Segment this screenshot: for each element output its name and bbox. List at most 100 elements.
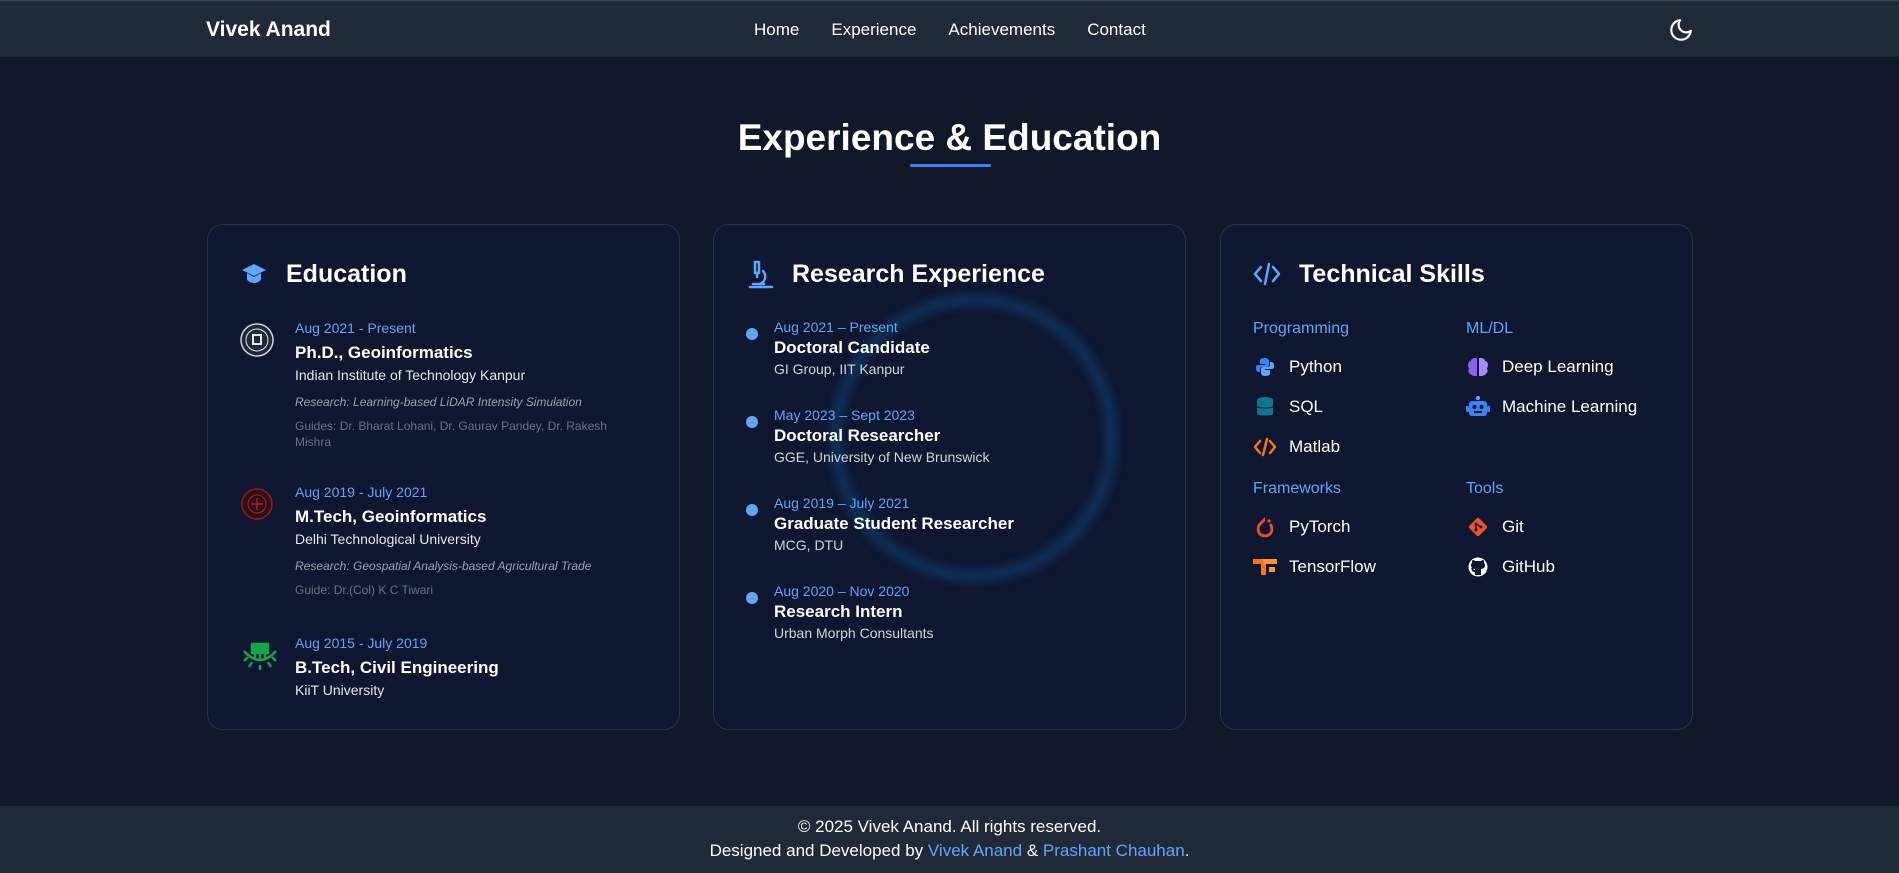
timeline-body: Aug 2021 – Present Doctoral Candidate GI…: [774, 319, 1154, 377]
brand-name[interactable]: Vivek Anand: [206, 18, 331, 42]
skills-card: Technical Skills Programming Python SQL: [1220, 224, 1693, 730]
education-degree: Ph.D., Geoinformatics: [295, 343, 473, 362]
code-icon: [1253, 435, 1277, 459]
skill-category-programming: Programming: [1253, 320, 1350, 337]
footer-copyright: © 2025 Vivek Anand. All rights reserved.: [797, 817, 1102, 836]
timeline-org: Urban Morph Consultants: [774, 625, 934, 641]
education-date: Aug 2015 - July 2019: [295, 635, 428, 651]
timeline-date: Aug 2020 – Nov 2020: [774, 583, 910, 599]
nav-link-home[interactable]: Home: [754, 20, 799, 40]
footer-author-link-1[interactable]: Vivek Anand: [928, 841, 1022, 860]
skill-category-mldl: ML/DL: [1466, 320, 1514, 337]
skills-title: Technical Skills: [1299, 259, 1485, 288]
education-card: Education Aug 2021 - Present Ph.D., Geoi…: [207, 224, 680, 730]
skill-item-git: Git: [1466, 515, 1524, 539]
timeline-dot: [746, 504, 758, 516]
timeline-body: Aug 2019 – July 2021 Graduate Student Re…: [774, 495, 1154, 553]
education-degree: B.Tech, Civil Engineering: [295, 658, 499, 677]
education-title: Education: [286, 259, 407, 288]
footer-ampersand: &: [1022, 841, 1043, 860]
timeline-role: Research Intern: [774, 602, 903, 621]
skill-label: TensorFlow: [1289, 557, 1376, 576]
skill-label: SQL: [1289, 397, 1324, 416]
pytorch-icon: [1253, 515, 1277, 539]
footer-suffix: .: [1184, 841, 1190, 860]
skill-label: Python: [1289, 357, 1342, 376]
robot-icon: [1466, 395, 1490, 419]
timeline-dot: [746, 328, 758, 340]
education-guides: Guides: Dr. Bharat Lohani, Dr. Gaurav Pa…: [295, 419, 607, 449]
skill-label: GitHub: [1502, 557, 1555, 576]
footer-designed-prefix: Designed and Developed by: [709, 841, 928, 860]
code-icon: [1253, 259, 1281, 289]
research-title: Research Experience: [792, 259, 1045, 288]
skill-label: Matlab: [1289, 437, 1341, 456]
education-research: Research: Learning-based LiDAR Intensity…: [295, 395, 582, 409]
timeline-role: Graduate Student Researcher: [774, 514, 1014, 533]
education-date: Aug 2019 - July 2021: [295, 484, 428, 500]
kiit-logo: [240, 635, 277, 675]
skill-category-tools: Tools: [1466, 480, 1504, 497]
graduation-cap-icon: [240, 259, 268, 289]
education-institution: Indian Institute of Technology Kanpur: [295, 367, 526, 383]
timeline-dot: [746, 416, 758, 428]
timeline-body: May 2023 – Sept 2023 Doctoral Researcher…: [774, 407, 1154, 465]
research-card: Research Experience Aug 2021 – Present D…: [713, 224, 1186, 730]
education-header: Education: [240, 259, 407, 289]
nav-link-achievements[interactable]: Achievements: [948, 20, 1055, 40]
skill-label: Git: [1502, 517, 1524, 536]
nav-links: Home Experience Achievements Contact: [754, 20, 1146, 40]
tensorflow-icon: [1253, 555, 1277, 579]
skill-item-deep-learning: Deep Learning: [1466, 355, 1614, 379]
github-icon: [1466, 555, 1490, 579]
education-research: Research: Geospatial Analysis-based Agri…: [295, 559, 592, 573]
skill-label: Deep Learning: [1502, 357, 1614, 376]
education-institution: Delhi Technological University: [295, 531, 481, 547]
footer-credits: Designed and Developed by Vivek Anand & …: [0, 841, 1899, 861]
title-underline: [910, 164, 991, 167]
timeline-role: Doctoral Candidate: [774, 338, 930, 357]
python-icon: [1253, 355, 1277, 379]
education-item-body: Aug 2015 - July 2019 B.Tech, Civil Engin…: [295, 635, 635, 698]
timeline-body: Aug 2020 – Nov 2020 Research Intern Urba…: [774, 583, 1154, 641]
nav-link-contact[interactable]: Contact: [1087, 20, 1146, 40]
skill-item-pytorch: PyTorch: [1253, 515, 1350, 539]
skill-item-python: Python: [1253, 355, 1342, 379]
education-degree: M.Tech, Geoinformatics: [295, 507, 487, 526]
skill-label: Machine Learning: [1502, 397, 1638, 416]
education-item-body: Aug 2021 - Present Ph.D., Geoinformatics…: [295, 320, 635, 450]
microscope-icon: [746, 259, 774, 289]
skill-category-frameworks: Frameworks: [1253, 480, 1342, 497]
education-guides: Guide: Dr.(Col) K C Tiwari: [295, 583, 434, 597]
section-title: Experience & Education: [737, 117, 1162, 158]
skill-item-matlab: Matlab: [1253, 435, 1340, 459]
skill-label: PyTorch: [1289, 517, 1351, 536]
footer: © 2025 Vivek Anand. All rights reserved.…: [0, 806, 1899, 873]
timeline-dot: [746, 592, 758, 604]
education-item-body: Aug 2019 - July 2021 M.Tech, Geoinformat…: [295, 484, 635, 598]
timeline-org: MCG, DTU: [774, 537, 844, 553]
iit-kanpur-logo: [240, 320, 274, 360]
skill-item-tensorflow: TensorFlow: [1253, 555, 1376, 579]
education-institution: KiiT University: [295, 682, 385, 698]
skills-header: Technical Skills: [1253, 259, 1485, 289]
timeline-date: Aug 2021 – Present: [774, 319, 898, 335]
brain-icon: [1466, 355, 1490, 379]
dtu-logo: [240, 484, 274, 524]
skill-item-machine-learning: Machine Learning: [1466, 395, 1637, 419]
navbar: Vivek Anand Home Experience Achievements…: [0, 0, 1899, 57]
timeline-date: Aug 2019 – July 2021: [774, 495, 910, 511]
skill-item-sql: SQL: [1253, 395, 1323, 419]
timeline-date: May 2023 – Sept 2023: [774, 407, 915, 423]
git-icon: [1466, 515, 1490, 539]
moon-icon[interactable]: [1668, 17, 1694, 43]
database-icon: [1253, 395, 1277, 419]
timeline-org: GGE, University of New Brunswick: [774, 449, 990, 465]
timeline-role: Doctoral Researcher: [774, 426, 941, 445]
timeline-org: GI Group, IIT Kanpur: [774, 361, 905, 377]
skill-item-github: GitHub: [1466, 555, 1555, 579]
nav-link-experience[interactable]: Experience: [831, 20, 916, 40]
education-date: Aug 2021 - Present: [295, 320, 416, 336]
footer-author-link-2[interactable]: Prashant Chauhan: [1043, 841, 1185, 860]
research-header: Research Experience: [746, 259, 1045, 289]
